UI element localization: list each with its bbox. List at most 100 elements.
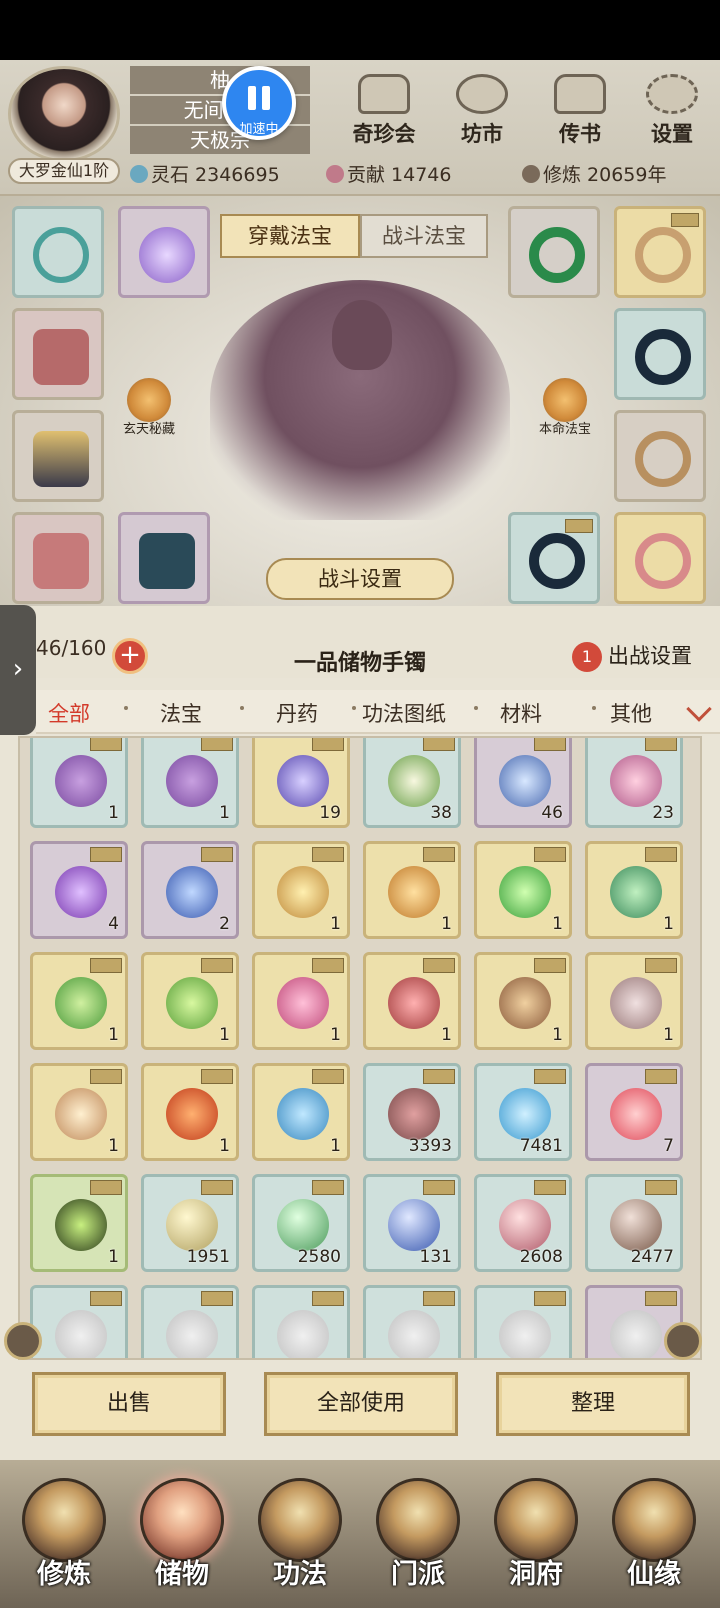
settings-button[interactable]: 设置 [634, 74, 710, 146]
item-count: 1 [330, 1025, 341, 1045]
equip-slot-ring-1[interactable] [508, 206, 600, 298]
equip-slot-ring-2[interactable] [614, 206, 706, 298]
inventory-item[interactable]: 1 [363, 841, 461, 939]
equip-slot-necklace[interactable] [12, 206, 104, 298]
side-drawer-handle[interactable]: › [0, 605, 36, 735]
use-all-button[interactable]: 全部使用 [264, 1372, 458, 1436]
golden-axe-icon [388, 866, 440, 918]
bag-capacity: 46/160 [36, 636, 107, 660]
equip-slot-ring-5[interactable] [508, 512, 600, 604]
inventory-item[interactable] [474, 1285, 572, 1358]
inventory-item[interactable]: 1 [141, 738, 239, 828]
inventory-item[interactable]: 131 [363, 1174, 461, 1272]
equip-slot-ring-4[interactable] [614, 410, 706, 502]
inventory-item[interactable]: 1 [252, 841, 350, 939]
player-avatar[interactable] [8, 66, 120, 162]
market-button[interactable]: 坊市 [444, 74, 520, 146]
inventory-item[interactable]: 1 [141, 1063, 239, 1161]
inventory-item[interactable]: 2477 [585, 1174, 683, 1272]
equip-slot-ring-3[interactable] [614, 308, 706, 400]
inventory-item[interactable]: 1 [30, 952, 128, 1050]
letter-button[interactable]: 传书 [542, 74, 618, 146]
inventory-item[interactable]: 19 [252, 738, 350, 828]
inventory-item[interactable]: 1 [474, 841, 572, 939]
xuantian-treasury-button[interactable]: 玄天秘藏 [112, 378, 186, 438]
cultivation-value: 修炼 20659年 [543, 164, 667, 186]
inventory-item[interactable] [141, 1285, 239, 1358]
inventory-item[interactable]: 7 [585, 1063, 683, 1161]
nav-storage-label: 储物 [155, 1559, 209, 1590]
inventory-item[interactable]: 1 [30, 738, 128, 828]
nav-storage[interactable]: 储物 [128, 1478, 236, 1598]
inventory-item[interactable]: 2 [141, 841, 239, 939]
inventory-item[interactable]: 1 [30, 1063, 128, 1161]
sell-button[interactable]: 出售 [32, 1372, 226, 1436]
inventory-item[interactable]: 7481 [474, 1063, 572, 1161]
inventory-item[interactable]: 46 [474, 738, 572, 828]
equip-slot-boots[interactable] [118, 512, 210, 604]
inventory-item[interactable]: 1 [141, 952, 239, 1050]
expand-bag-button[interactable]: + [112, 638, 148, 674]
chest-badge-icon [90, 958, 122, 973]
nav-fate[interactable]: 仙缘 [600, 1478, 708, 1598]
chest-badge-icon [534, 1069, 566, 1084]
natal-artifact-button[interactable]: 本命法宝 [528, 378, 602, 438]
inventory-item[interactable]: 23 [585, 738, 683, 828]
inventory-item[interactable]: 1 [363, 952, 461, 1050]
filter-tab-artifacts[interactable]: 法宝 [160, 698, 202, 728]
inventory-item[interactable]: 4 [30, 841, 128, 939]
sort-button[interactable]: 整理 [496, 1372, 690, 1436]
pink-ring-icon [635, 533, 691, 589]
inventory-item[interactable]: 1 [585, 952, 683, 1050]
nav-cave[interactable]: 洞府 [482, 1478, 590, 1598]
inventory-item[interactable] [30, 1285, 128, 1358]
inventory-item[interactable]: 1 [585, 841, 683, 939]
inventory-item[interactable]: 1 [252, 952, 350, 1050]
equip-slot-armor[interactable] [12, 308, 104, 400]
inventory-item[interactable]: 1 [474, 952, 572, 1050]
nav-sect[interactable]: 门派 [364, 1478, 472, 1598]
equip-slot-artifact[interactable] [118, 206, 210, 298]
chest-badge-icon [534, 847, 566, 862]
treasure-pavilion-button[interactable]: 奇珍会 [346, 74, 422, 146]
purple-ore-icon [277, 755, 329, 807]
letter-scroll-icon [554, 74, 606, 114]
item-count: 131 [419, 1247, 452, 1267]
speed-up-button[interactable]: 加速中 [222, 66, 296, 140]
scroll-down-button[interactable] [4, 1322, 42, 1360]
tab-battle-artifacts[interactable]: 战斗法宝 [360, 214, 488, 258]
equip-slot-gloves[interactable] [12, 410, 104, 502]
equip-slot-pants[interactable] [12, 512, 104, 604]
filter-tab-techniques[interactable]: 功法图纸 [362, 698, 446, 728]
inventory-item[interactable]: 2580 [252, 1174, 350, 1272]
inventory-item[interactable]: 1 [30, 1174, 128, 1272]
inventory-item[interactable]: 2608 [474, 1174, 572, 1272]
gold-ring-icon [635, 227, 691, 283]
flame-sword-icon [166, 1088, 218, 1140]
deploy-settings-button[interactable]: 出战设置 [608, 640, 692, 670]
purple-flower-icon [55, 866, 107, 918]
inventory-item[interactable] [363, 1285, 461, 1358]
green-umbrella-icon [55, 977, 107, 1029]
battle-settings-button[interactable]: 战斗设置 [266, 558, 454, 600]
inventory-item[interactable] [252, 1285, 350, 1358]
filter-tab-pills[interactable]: 丹药 [276, 698, 318, 728]
filter-tab-other[interactable]: 其他 [610, 698, 652, 728]
inventory-item[interactable]: 3393 [363, 1063, 461, 1161]
chest-badge-icon [201, 958, 233, 973]
green-bead-icon [277, 1199, 329, 1251]
inventory-item[interactable]: 1 [252, 1063, 350, 1161]
equip-slot-ring-6[interactable] [614, 512, 706, 604]
filter-tab-all[interactable]: 全部 [48, 698, 90, 728]
inventory-item[interactable]: 1951 [141, 1174, 239, 1272]
green-blade-icon [166, 977, 218, 1029]
nav-techniques[interactable]: 功法 [246, 1478, 354, 1598]
tab-wear-artifacts[interactable]: 穿戴法宝 [220, 214, 360, 258]
item-count: 1 [330, 1136, 341, 1156]
grape-pile-icon [55, 755, 107, 807]
yellow-bead-icon [166, 1199, 218, 1251]
nav-cultivation[interactable]: 修炼 [10, 1478, 118, 1598]
inventory-item[interactable]: 38 [363, 738, 461, 828]
filter-tab-materials[interactable]: 材料 [500, 698, 542, 728]
scroll-up-button[interactable] [664, 1322, 702, 1360]
